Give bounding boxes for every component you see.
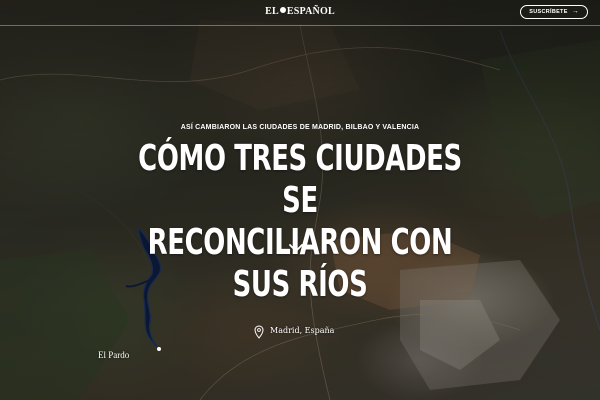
logo-text-left: EL xyxy=(265,6,279,17)
hero-page: EL ESPAÑOL SUSCRÍBETE → ASÍ CAMBIARON LAS… xyxy=(0,0,600,400)
map-pin-icon xyxy=(254,325,264,339)
top-navigation-bar: EL ESPAÑOL SUSCRÍBETE → xyxy=(0,0,600,26)
arrow-right-icon: → xyxy=(571,8,579,15)
chevron-down-icon[interactable] xyxy=(289,243,303,253)
article-headline: CÓMO TRES CIUDADES SE RECONCILIARON CON … xyxy=(127,138,473,306)
place-label-el-pardo: El Pardo xyxy=(98,350,130,360)
subscribe-label: SUSCRÍBETE xyxy=(529,9,568,15)
article-kicker: ASÍ CAMBIARON LAS CIUDADES DE MADRID, BI… xyxy=(180,124,420,131)
headline-line-2: RECONCILIARON CON SUS RÍOS xyxy=(147,222,453,305)
location-label: Madrid, España xyxy=(270,326,335,335)
subscribe-button[interactable]: SUSCRÍBETE → xyxy=(520,5,588,19)
el-espanol-logo[interactable]: EL ESPAÑOL xyxy=(0,6,600,17)
place-marker-dot xyxy=(157,347,161,351)
logo-text-right: ESPAÑOL xyxy=(286,6,335,17)
headline-line-1: CÓMO TRES CIUDADES SE xyxy=(138,138,462,221)
eagle-logo-icon xyxy=(279,7,286,13)
